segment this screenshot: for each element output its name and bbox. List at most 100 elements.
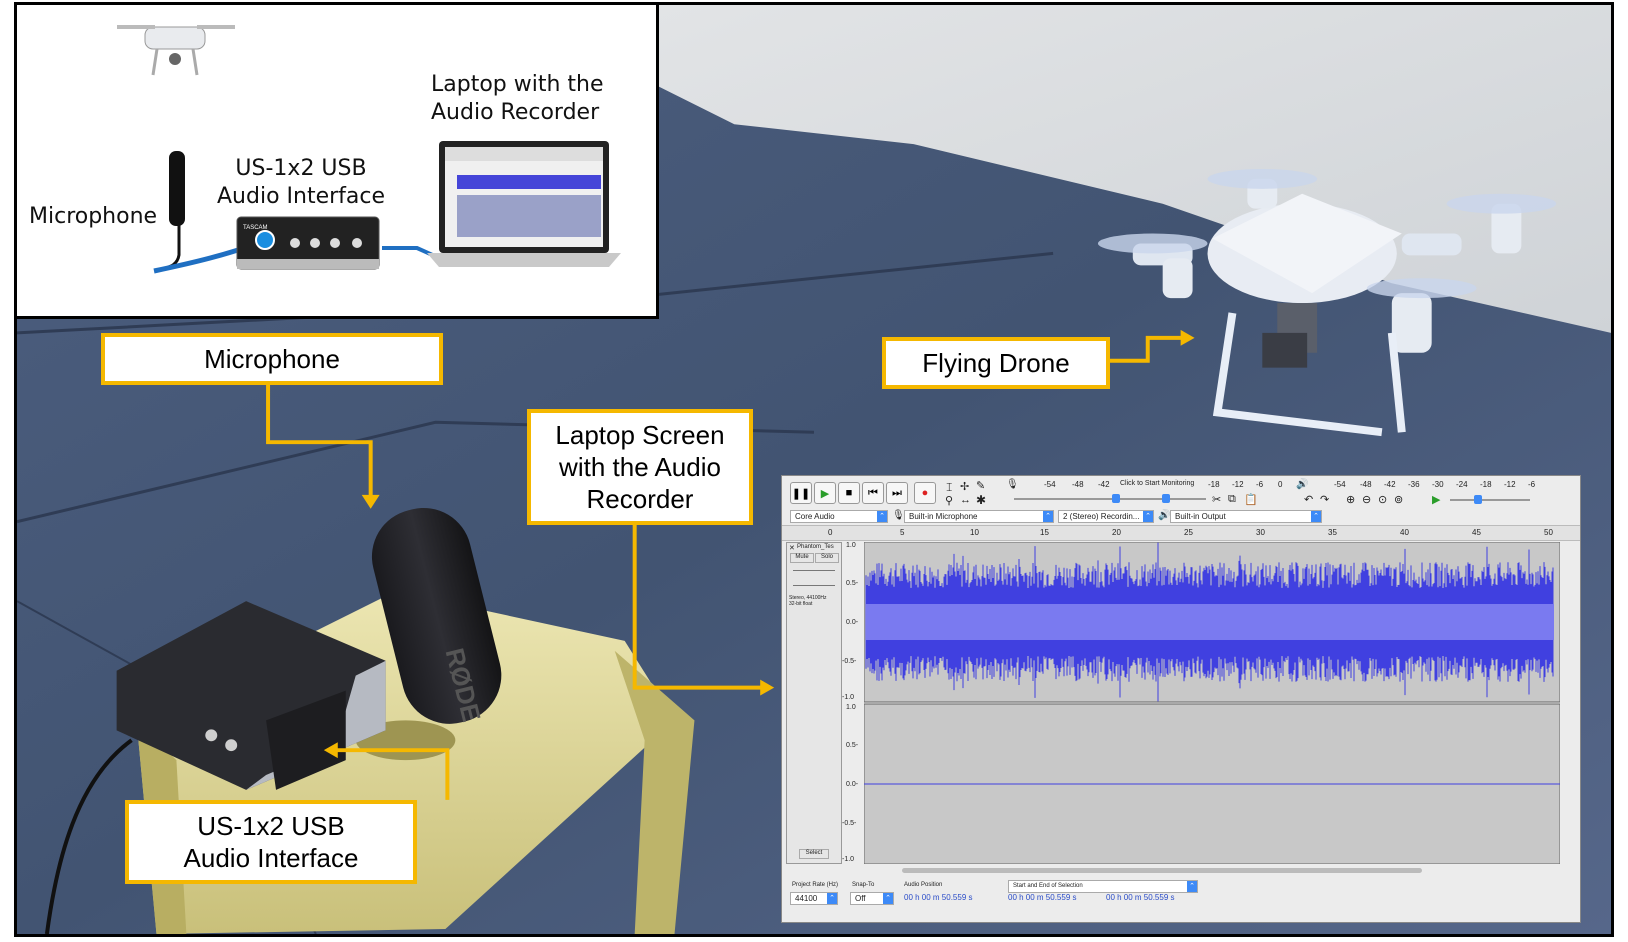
- inset-microphone-label: Microphone: [29, 204, 158, 229]
- callout-laptop-screen: Laptop Screen with the Audio Recorder: [527, 409, 753, 525]
- fit-selection-icon[interactable]: ⊙: [1378, 493, 1387, 506]
- play-meter-tick: -30: [1432, 480, 1444, 489]
- skip-end-button[interactable]: ⏭: [886, 482, 908, 504]
- pause-icon: ❚❚: [791, 487, 811, 500]
- skip-start-icon: ⏮: [868, 486, 878, 499]
- gain-slider[interactable]: [793, 570, 835, 571]
- stop-icon: ■: [845, 487, 853, 499]
- play-at-speed-icon[interactable]: ▶: [1432, 493, 1440, 506]
- play-meter-tick: -48: [1360, 480, 1372, 489]
- timeshift-tool-icon[interactable]: ↔: [960, 494, 971, 506]
- callout-flying-drone: Flying Drone: [882, 337, 1110, 389]
- playback-volume-thumb[interactable]: [1162, 494, 1170, 503]
- callout-audio-interface: US-1x2 USB Audio Interface: [125, 800, 417, 884]
- play-meter-tick: -12: [1504, 480, 1516, 489]
- mute-button[interactable]: Mute: [790, 553, 814, 563]
- play-icon: ▶: [820, 487, 830, 500]
- inset-interface-icon: TASCAM: [236, 216, 380, 270]
- timeline-tick: 10: [970, 528, 979, 537]
- channels-select[interactable]: 2 (Stereo) Recordin... ⌃: [1058, 510, 1154, 523]
- zoom-tool-icon[interactable]: ⚲: [945, 494, 953, 507]
- timeline-tick: 15: [1040, 528, 1049, 537]
- envelope-tool-icon[interactable]: ✢: [960, 480, 969, 493]
- callout-microphone: Microphone: [101, 333, 443, 385]
- horizontal-scrollbar[interactable]: [902, 868, 1422, 873]
- waveform-display[interactable]: [864, 542, 1560, 864]
- skip-start-button[interactable]: ⏮: [862, 482, 884, 504]
- inset-laptop-label: Laptop with the Audio Recorder: [431, 72, 604, 125]
- amplitude-tick: 1.0: [846, 704, 856, 711]
- record-meter-tick: -6: [1256, 480, 1264, 489]
- timeline-tick: 0: [828, 528, 833, 537]
- snap-to-label: Snap-To: [852, 882, 875, 888]
- track-name[interactable]: Phantom_Tes: [797, 544, 834, 550]
- stop-button[interactable]: ■: [838, 482, 860, 504]
- audio-host-select[interactable]: Core Audio ⌃: [790, 510, 888, 523]
- play-button[interactable]: ▶: [814, 482, 836, 504]
- record-meter-tick: 0: [1278, 480, 1283, 489]
- record-meter-icon: 🎙: [1006, 479, 1019, 490]
- timeline-tick: 20: [1112, 528, 1121, 537]
- amplitude-tick: 1.0: [846, 542, 856, 549]
- track-control-panel: ✕ Phantom_Tes Mute Solo Stereo, 44100Hz …: [786, 542, 842, 864]
- timeline-tick: 5: [900, 528, 905, 537]
- play-meter-tick: -18: [1480, 480, 1492, 489]
- record-meter-tick: -42: [1098, 480, 1110, 489]
- play-meter-tick: -54: [1334, 480, 1346, 489]
- snap-to-select[interactable]: Off ⌃: [850, 892, 894, 905]
- amplitude-scale: 1.0 0.5- 0.0- -0.5- -1.0 1.0 0.5- 0.0- -…: [842, 542, 864, 864]
- play-meter-tick: -24: [1456, 480, 1468, 489]
- inset-mic-icon: [169, 151, 185, 226]
- cut-icon[interactable]: ✂: [1212, 493, 1221, 506]
- amplitude-tick: -1.0: [842, 856, 855, 863]
- play-speed-slider[interactable]: [1450, 499, 1530, 501]
- amplitude-tick: -0.5-: [842, 658, 857, 665]
- undo-icon[interactable]: ↶: [1304, 493, 1313, 506]
- selection-mode-select[interactable]: Start and End of Selection ⌃: [1008, 880, 1198, 893]
- amplitude-tick: 0.0-: [846, 619, 859, 626]
- figure-frame: RØDE TASCAM Laptop with the Audio Record…: [14, 2, 1614, 937]
- timeline-tick: 30: [1256, 528, 1265, 537]
- record-volume-thumb[interactable]: [1112, 494, 1120, 503]
- select-track-button[interactable]: Select: [799, 849, 829, 859]
- amplitude-tick: -1.0: [842, 694, 855, 701]
- pan-slider[interactable]: [793, 585, 835, 586]
- project-rate-select[interactable]: 44100 ⌃: [790, 892, 838, 905]
- paste-icon[interactable]: 📋: [1244, 493, 1258, 506]
- redo-icon[interactable]: ↷: [1320, 493, 1329, 506]
- zoom-out-icon[interactable]: ⊖: [1362, 493, 1371, 506]
- output-device-select[interactable]: Built-in Output ⌃: [1170, 510, 1322, 523]
- record-meter-tick: -12: [1232, 480, 1244, 489]
- drone-icon: [117, 25, 235, 76]
- audio-position-value[interactable]: 00 h 00 m 50.559 s: [904, 893, 973, 902]
- draw-tool-icon[interactable]: ✎: [976, 479, 985, 492]
- timeline-ruler[interactable]: 0 5 10 15 20 25 30 35 40 45 50: [782, 525, 1580, 541]
- multi-tool-icon[interactable]: ✱: [976, 493, 986, 507]
- copy-icon[interactable]: ⧉: [1228, 493, 1236, 506]
- close-track-icon[interactable]: ✕: [789, 544, 795, 552]
- click-to-monitor-label[interactable]: Click to Start Monitoring: [1120, 480, 1194, 487]
- amplitude-tick: 0.5-: [846, 742, 859, 749]
- play-meter-tick: -42: [1384, 480, 1396, 489]
- timeline-tick: 35: [1328, 528, 1337, 537]
- play-speed-thumb[interactable]: [1474, 495, 1482, 504]
- timeline-tick: 25: [1184, 528, 1193, 537]
- record-button[interactable]: ●: [914, 482, 936, 504]
- fit-project-icon[interactable]: ⊚: [1394, 493, 1403, 506]
- selection-end-value[interactable]: 00 h 00 m 50.559 s: [1106, 893, 1175, 902]
- microphone-icon: 🎙: [892, 510, 905, 521]
- input-device-select[interactable]: Built-in Microphone ⌃: [904, 510, 1054, 523]
- record-meter-tick: -48: [1072, 480, 1084, 489]
- zoom-in-icon[interactable]: ⊕: [1346, 493, 1355, 506]
- waveform-rms-band: [866, 604, 1554, 640]
- solo-button[interactable]: Solo: [815, 553, 839, 563]
- selection-tool-icon[interactable]: 𝙸: [945, 480, 953, 495]
- timeline-tick: 40: [1400, 528, 1409, 537]
- pause-button[interactable]: ❚❚: [790, 482, 812, 504]
- timeline-tick: 45: [1472, 528, 1481, 537]
- project-rate-label: Project Rate (Hz): [792, 882, 839, 888]
- record-meter-tick: -54: [1044, 480, 1056, 489]
- inset-laptop-icon: [427, 141, 621, 267]
- selection-start-value[interactable]: 00 h 00 m 50.559 s: [1008, 893, 1077, 902]
- record-icon: ●: [921, 487, 929, 499]
